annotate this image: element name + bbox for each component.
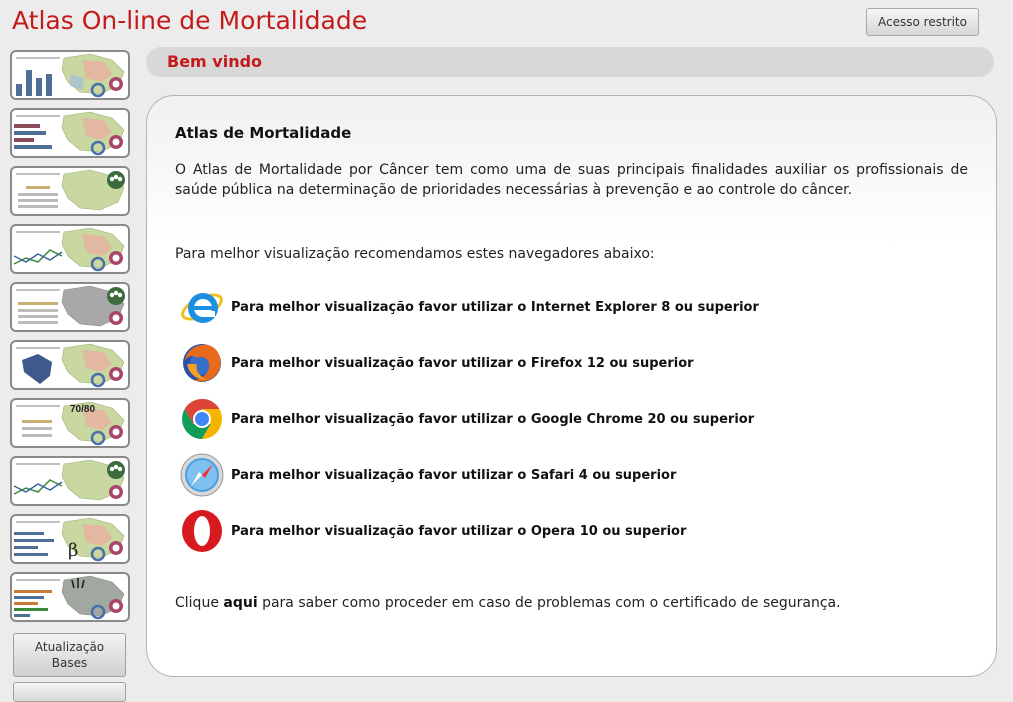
sidebar-item-bar-chart-map[interactable] <box>10 50 130 100</box>
age-bar-map-thumb-icon <box>14 575 125 620</box>
sidebar-item-line-chart-map[interactable] <box>10 224 130 274</box>
browser-row-opera: Para melhor visualização favor utilizar … <box>179 507 686 555</box>
browser-text-chrome: Para melhor visualização favor utilizar … <box>231 411 755 427</box>
opera-icon <box>179 508 225 554</box>
line-chart-population-map-thumb-icon <box>13 459 125 501</box>
recommend-text: Para melhor visualização recomendamos es… <box>175 246 655 262</box>
browser-text-ie: Para melhor visualização favor utilizar … <box>231 299 759 315</box>
browser-row-chrome: Para melhor visualização favor utilizar … <box>179 395 754 443</box>
certificate-help-link[interactable]: aqui <box>223 595 257 611</box>
brazil-map-thumb-icon <box>16 343 125 388</box>
sidebar: 70/80 β <box>10 50 130 630</box>
line-chart-map-thumb-icon <box>13 227 125 272</box>
sidebar-item-table-70-80-map[interactable]: 70/80 <box>10 398 130 448</box>
table-70-80-map-thumb-icon: 70/80 <box>16 401 125 446</box>
sidebar-item-horizontal-bar-map[interactable] <box>10 108 130 158</box>
certificate-note: Clique aqui para saber como proceder em … <box>175 595 841 611</box>
browser-row-safari: Para melhor visualização favor utilizar … <box>179 451 676 499</box>
welcome-title: Bem vindo <box>167 52 263 71</box>
welcome-bar: Bem vindo <box>146 47 994 77</box>
table-population-grey-map-thumb-icon <box>16 285 125 327</box>
update-bases-line2: Bases <box>51 656 88 670</box>
beta-bar-map-thumb-icon: β <box>14 517 125 562</box>
sidebar-item-brazil-map[interactable] <box>10 340 130 390</box>
intro-text: O Atlas de Mortalidade por Câncer tem co… <box>175 162 968 198</box>
internet-explorer-icon <box>179 284 225 330</box>
restricted-access-button[interactable]: Acesso restrito <box>866 8 979 36</box>
app-title: Atlas On-line de Mortalidade <box>12 6 368 35</box>
table-population-map-thumb-icon <box>16 169 125 211</box>
thumb-badge-70-80: 70/80 <box>70 404 95 415</box>
browser-row-firefox: Para melhor visualização favor utilizar … <box>179 339 694 387</box>
browser-row-ie: Para melhor visualização favor utilizar … <box>179 283 759 331</box>
sidebar-item-beta-bar-map[interactable]: β <box>10 514 130 564</box>
content-panel: Atlas de Mortalidade O Atlas de Mortalid… <box>146 95 997 677</box>
chrome-icon <box>179 396 225 442</box>
browser-text-safari: Para melhor visualização favor utilizar … <box>231 467 677 483</box>
sidebar-item-table-population-grey-map[interactable] <box>10 282 130 332</box>
sidebar-extra-button[interactable] <box>13 682 126 702</box>
browser-text-opera: Para melhor visualização favor utilizar … <box>231 523 687 539</box>
browser-text-firefox: Para melhor visualização favor utilizar … <box>231 355 694 371</box>
sidebar-item-table-population-map[interactable] <box>10 166 130 216</box>
sidebar-item-age-bar-map[interactable] <box>10 572 130 622</box>
horizontal-bar-map-thumb-icon <box>14 111 125 156</box>
bar-chart-map-thumb-icon <box>16 53 125 98</box>
certificate-note-before: Clique <box>175 595 224 611</box>
sidebar-item-line-chart-population-map[interactable] <box>10 456 130 506</box>
certificate-note-after: para saber como proceder em caso de prob… <box>257 595 841 611</box>
safari-icon <box>179 452 225 498</box>
thumb-beta-symbol: β <box>68 540 78 561</box>
content-title: Atlas de Mortalidade <box>175 124 352 142</box>
update-bases-line1: Atualização <box>34 640 105 654</box>
update-bases-button[interactable]: Atualização Bases <box>13 633 126 677</box>
firefox-icon <box>179 340 225 386</box>
